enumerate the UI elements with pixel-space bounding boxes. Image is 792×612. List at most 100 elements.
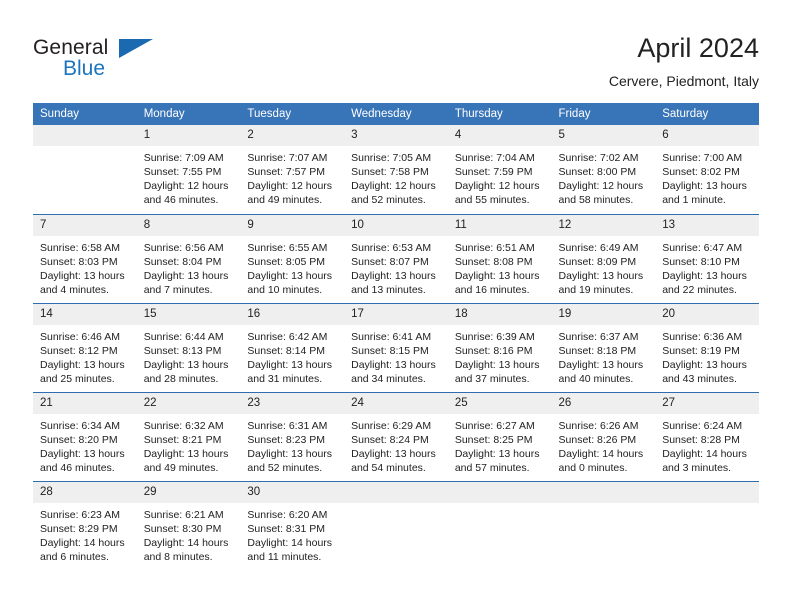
day-cell-inner: 18 Sunrise: 6:39 AM Sunset: 8:16 PM Dayligh…: [447, 303, 552, 392]
calendar-day-cell[interactable]: 18 Sunrise: 6:39 AM Sunset: 8:16 PM Dayligh…: [447, 302, 552, 392]
day-number: 5: [551, 125, 656, 146]
daylight-duration-line2: and 46 minutes.: [143, 194, 219, 206]
calendar-day-cell[interactable]: 27 Sunrise: 6:24 AM Sunset: 8:28 PM Dayligh…: [655, 391, 759, 481]
sunrise-time: Sunrise: 6:51 AM: [454, 241, 535, 254]
sunrise-time: Sunrise: 6:27 AM: [454, 419, 535, 432]
day-cell-inner: 3 Sunrise: 7:05 AM Sunset: 7:58 PM Daylight…: [344, 125, 448, 214]
day-number: 15: [136, 303, 241, 325]
calendar-day-cell[interactable]: 23 Sunrise: 6:31 AM Sunset: 8:23 PM Dayligh…: [240, 391, 345, 481]
sunrise-time: Sunrise: 6:26 AM: [558, 419, 639, 432]
day-sun-info: Sunrise: 6:58 AM Sunset: 8:03 PM Daylight:…: [33, 236, 137, 297]
sunset-time: Sunset: 8:08 PM: [454, 255, 533, 268]
day-number: [447, 481, 552, 503]
calendar-day-cell[interactable]: 1 Sunrise: 7:09 AM Sunset: 7:55 PM Daylight…: [136, 125, 241, 214]
logo-text-blue: Blue: [63, 57, 106, 80]
calendar-header-row: Sunday Monday Tuesday Wednesday Thursday…: [33, 103, 759, 125]
day-cell-inner: 27 Sunrise: 6:24 AM Sunset: 8:28 PM Dayligh…: [655, 392, 759, 481]
day-sun-info: Sunrise: 6:55 AM Sunset: 8:05 PM Daylight:…: [240, 236, 344, 297]
calendar-day-cell[interactable]: 2 Sunrise: 7:07 AM Sunset: 7:57 PM Daylight…: [240, 125, 345, 214]
calendar-day-cell[interactable]: 19 Sunrise: 6:37 AM Sunset: 8:18 PM Dayligh…: [551, 302, 656, 392]
sunset-time: Sunset: 8:00 PM: [558, 166, 637, 178]
daylight-duration-line2: and 34 minutes.: [351, 372, 426, 385]
calendar-day-cell[interactable]: 9 Sunrise: 6:55 AM Sunset: 8:05 PM Daylight…: [240, 213, 345, 303]
daylight-duration-line2: and 43 minutes.: [662, 372, 737, 385]
sunset-time: Sunset: 8:16 PM: [454, 344, 533, 357]
daylight-duration-line1: Daylight: 13 hours: [351, 269, 436, 282]
daylight-duration-line1: Daylight: 14 hours: [247, 536, 333, 549]
day-number: [655, 481, 759, 503]
day-number: 11: [447, 214, 552, 236]
day-sun-info: Sunrise: 6:20 AM Sunset: 8:31 PM Daylight:…: [240, 503, 344, 564]
sunset-time: Sunset: 8:12 PM: [40, 344, 118, 357]
calendar-day-cell[interactable]: 5 Sunrise: 7:02 AM Sunset: 8:00 PM Daylight…: [551, 125, 656, 214]
day-number: 29: [136, 481, 241, 503]
calendar-day-cell[interactable]: 30 Sunrise: 6:20 AM Sunset: 8:31 PM Dayligh…: [240, 480, 345, 570]
day-cell-inner: [33, 125, 137, 214]
day-cell-inner: 28 Sunrise: 6:23 AM Sunset: 8:29 PM Dayligh…: [33, 481, 137, 571]
calendar-day-cell[interactable]: 21 Sunrise: 6:34 AM Sunset: 8:20 PM Dayligh…: [33, 391, 137, 481]
calendar-day-cell[interactable]: 4 Sunrise: 7:04 AM Sunset: 7:59 PM Daylight…: [447, 125, 552, 214]
day-cell-inner: 13 Sunrise: 6:47 AM Sunset: 8:10 PM Dayligh…: [655, 214, 759, 303]
day-number: 7: [33, 214, 137, 236]
daylight-duration-line1: Daylight: 14 hours: [558, 447, 644, 460]
daylight-duration-line1: Daylight: 13 hours: [247, 447, 333, 460]
daylight-duration-line2: and 6 minutes.: [40, 550, 109, 563]
daylight-duration-line1: Daylight: 13 hours: [662, 358, 747, 371]
daylight-duration-line1: Daylight: 13 hours: [662, 180, 747, 192]
sunrise-time: Sunrise: 6:24 AM: [662, 419, 743, 432]
sunset-time: Sunset: 8:15 PM: [351, 344, 429, 357]
daylight-duration-line2: and 37 minutes.: [454, 372, 530, 385]
weekday-header-monday: Monday: [136, 103, 241, 125]
calendar-day-cell[interactable]: 12 Sunrise: 6:49 AM Sunset: 8:09 PM Dayligh…: [551, 213, 656, 303]
day-number: 25: [447, 392, 552, 414]
calendar-day-cell[interactable]: 7 Sunrise: 6:58 AM Sunset: 8:03 PM Daylight…: [33, 213, 137, 303]
day-cell-inner: 2 Sunrise: 7:07 AM Sunset: 7:57 PM Daylight…: [240, 125, 345, 214]
daylight-duration-line1: Daylight: 12 hours: [558, 180, 644, 192]
day-sun-info: Sunrise: 6:49 AM Sunset: 8:09 PM Daylight:…: [552, 236, 656, 297]
sunset-time: Sunset: 8:24 PM: [351, 433, 429, 446]
calendar-day-cell[interactable]: 10 Sunrise: 6:53 AM Sunset: 8:07 PM Dayligh…: [344, 213, 448, 303]
calendar-day-cell[interactable]: 3 Sunrise: 7:05 AM Sunset: 7:58 PM Daylight…: [344, 125, 448, 214]
calendar-body: 1 Sunrise: 7:09 AM Sunset: 7:55 PM Daylight…: [33, 125, 759, 570]
sunrise-time: Sunrise: 7:07 AM: [247, 152, 328, 164]
calendar-day-cell[interactable]: 11 Sunrise: 6:51 AM Sunset: 8:08 PM Dayligh…: [447, 213, 552, 303]
daylight-duration-line1: Daylight: 12 hours: [247, 180, 333, 192]
daylight-duration-line2: and 8 minutes.: [143, 550, 213, 563]
calendar-day-cell[interactable]: 25 Sunrise: 6:27 AM Sunset: 8:25 PM Dayligh…: [447, 391, 552, 481]
day-cell-inner: 4 Sunrise: 7:04 AM Sunset: 7:59 PM Daylight…: [447, 125, 552, 214]
weekday-header-tuesday: Tuesday: [240, 103, 345, 125]
calendar-day-cell[interactable]: 26 Sunrise: 6:26 AM Sunset: 8:26 PM Dayligh…: [551, 391, 656, 481]
daylight-duration-line1: Daylight: 13 hours: [40, 447, 125, 460]
sunrise-time: Sunrise: 6:23 AM: [40, 508, 120, 521]
day-cell-inner: [551, 481, 656, 571]
daylight-duration-line2: and 57 minutes.: [454, 461, 530, 474]
calendar-day-cell[interactable]: 16 Sunrise: 6:42 AM Sunset: 8:14 PM Dayligh…: [240, 302, 345, 392]
calendar-day-cell[interactable]: 22 Sunrise: 6:32 AM Sunset: 8:21 PM Dayligh…: [136, 391, 241, 481]
calendar-week-row: 21 Sunrise: 6:34 AM Sunset: 8:20 PM Dayligh…: [33, 391, 759, 481]
calendar-day-cell[interactable]: 13 Sunrise: 6:47 AM Sunset: 8:10 PM Dayligh…: [655, 213, 759, 303]
calendar-day-cell[interactable]: 6 Sunrise: 7:00 AM Sunset: 8:02 PM Daylight…: [655, 125, 759, 214]
day-number: 22: [136, 392, 241, 414]
calendar-day-cell[interactable]: 28 Sunrise: 6:23 AM Sunset: 8:29 PM Dayligh…: [33, 480, 137, 571]
day-number: 2: [240, 125, 345, 146]
calendar-day-cell[interactable]: 24 Sunrise: 6:29 AM Sunset: 8:24 PM Dayligh…: [344, 391, 448, 481]
daylight-duration-line2: and 7 minutes.: [143, 283, 213, 296]
calendar-day-cell[interactable]: 8 Sunrise: 6:56 AM Sunset: 8:04 PM Daylight…: [136, 213, 241, 303]
calendar-day-cell[interactable]: 15 Sunrise: 6:44 AM Sunset: 8:13 PM Dayligh…: [136, 302, 241, 392]
day-sun-info: Sunrise: 6:24 AM Sunset: 8:28 PM Daylight:…: [655, 414, 759, 475]
calendar-day-cell[interactable]: 17 Sunrise: 6:41 AM Sunset: 8:15 PM Dayligh…: [344, 302, 448, 392]
daylight-duration-line2: and 4 minutes.: [40, 283, 109, 296]
daylight-duration-line2: and 28 minutes.: [143, 372, 219, 385]
calendar-day-cell[interactable]: 14 Sunrise: 6:46 AM Sunset: 8:12 PM Dayligh…: [33, 302, 137, 392]
calendar-day-cell[interactable]: 29 Sunrise: 6:21 AM Sunset: 8:30 PM Dayligh…: [136, 480, 241, 570]
calendar-day-cell[interactable]: 20 Sunrise: 6:36 AM Sunset: 8:19 PM Dayligh…: [655, 302, 759, 392]
day-cell-inner: [344, 481, 448, 571]
sunset-time: Sunset: 8:03 PM: [40, 255, 118, 268]
calendar-page: General Blue April 2024 Cervere, Piedmon…: [0, 0, 792, 612]
daylight-duration-line1: Daylight: 12 hours: [143, 180, 229, 192]
sunrise-time: Sunrise: 6:32 AM: [143, 419, 224, 432]
sunrise-time: Sunrise: 6:53 AM: [351, 241, 432, 254]
sunrise-time: Sunrise: 7:00 AM: [662, 152, 743, 164]
sunset-time: Sunset: 8:10 PM: [662, 255, 740, 268]
daylight-duration-line1: Daylight: 13 hours: [454, 447, 540, 460]
